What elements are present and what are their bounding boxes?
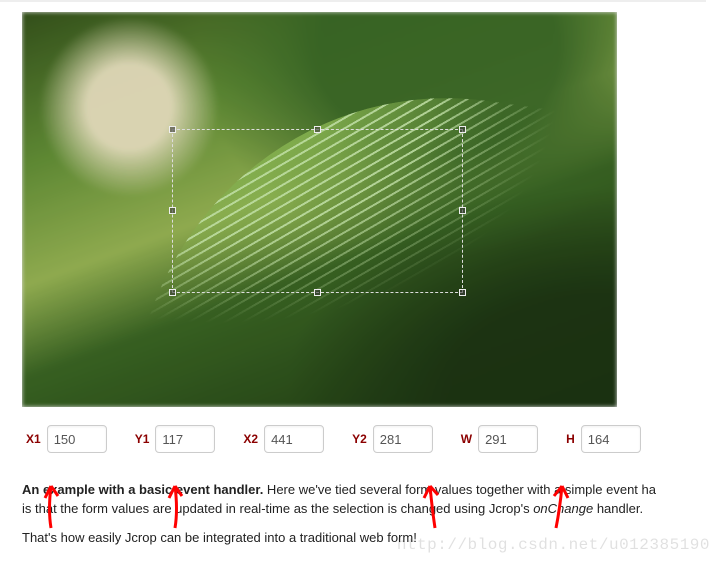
handle-nw[interactable] [169,126,176,133]
handle-sw[interactable] [169,289,176,296]
crop-selection[interactable] [172,129,463,293]
handle-s[interactable] [314,289,321,296]
para-line2a: is that the form values are updated in r… [22,501,533,516]
handle-se[interactable] [459,289,466,296]
para-line3: That's how easily Jcrop can be integrate… [22,530,417,545]
handle-e[interactable] [459,207,466,214]
coords-row: X1 Y1 X2 Y2 W H [22,425,720,453]
label-x1: X1 [26,432,41,446]
crop-stage[interactable] [22,12,617,407]
label-x2: X2 [243,432,258,446]
input-y1[interactable] [155,425,215,453]
input-x2[interactable] [264,425,324,453]
label-y1: Y1 [135,432,150,446]
input-y2[interactable] [373,425,433,453]
description-paragraph: An example with a basic event handler. H… [22,481,702,548]
para-onchange: onChange [533,501,593,516]
para-line2b: handler. [593,501,643,516]
handle-n[interactable] [314,126,321,133]
input-x1[interactable] [47,425,107,453]
handle-ne[interactable] [459,126,466,133]
input-w[interactable] [478,425,538,453]
input-h[interactable] [581,425,641,453]
para-lead: An example with a basic event handler. [22,482,263,497]
top-divider [0,0,706,2]
label-w: W [461,432,472,446]
handle-w[interactable] [169,207,176,214]
para-rest1: Here we've tied several form values toge… [263,482,656,497]
label-y2: Y2 [352,432,367,446]
label-h: H [566,432,575,446]
